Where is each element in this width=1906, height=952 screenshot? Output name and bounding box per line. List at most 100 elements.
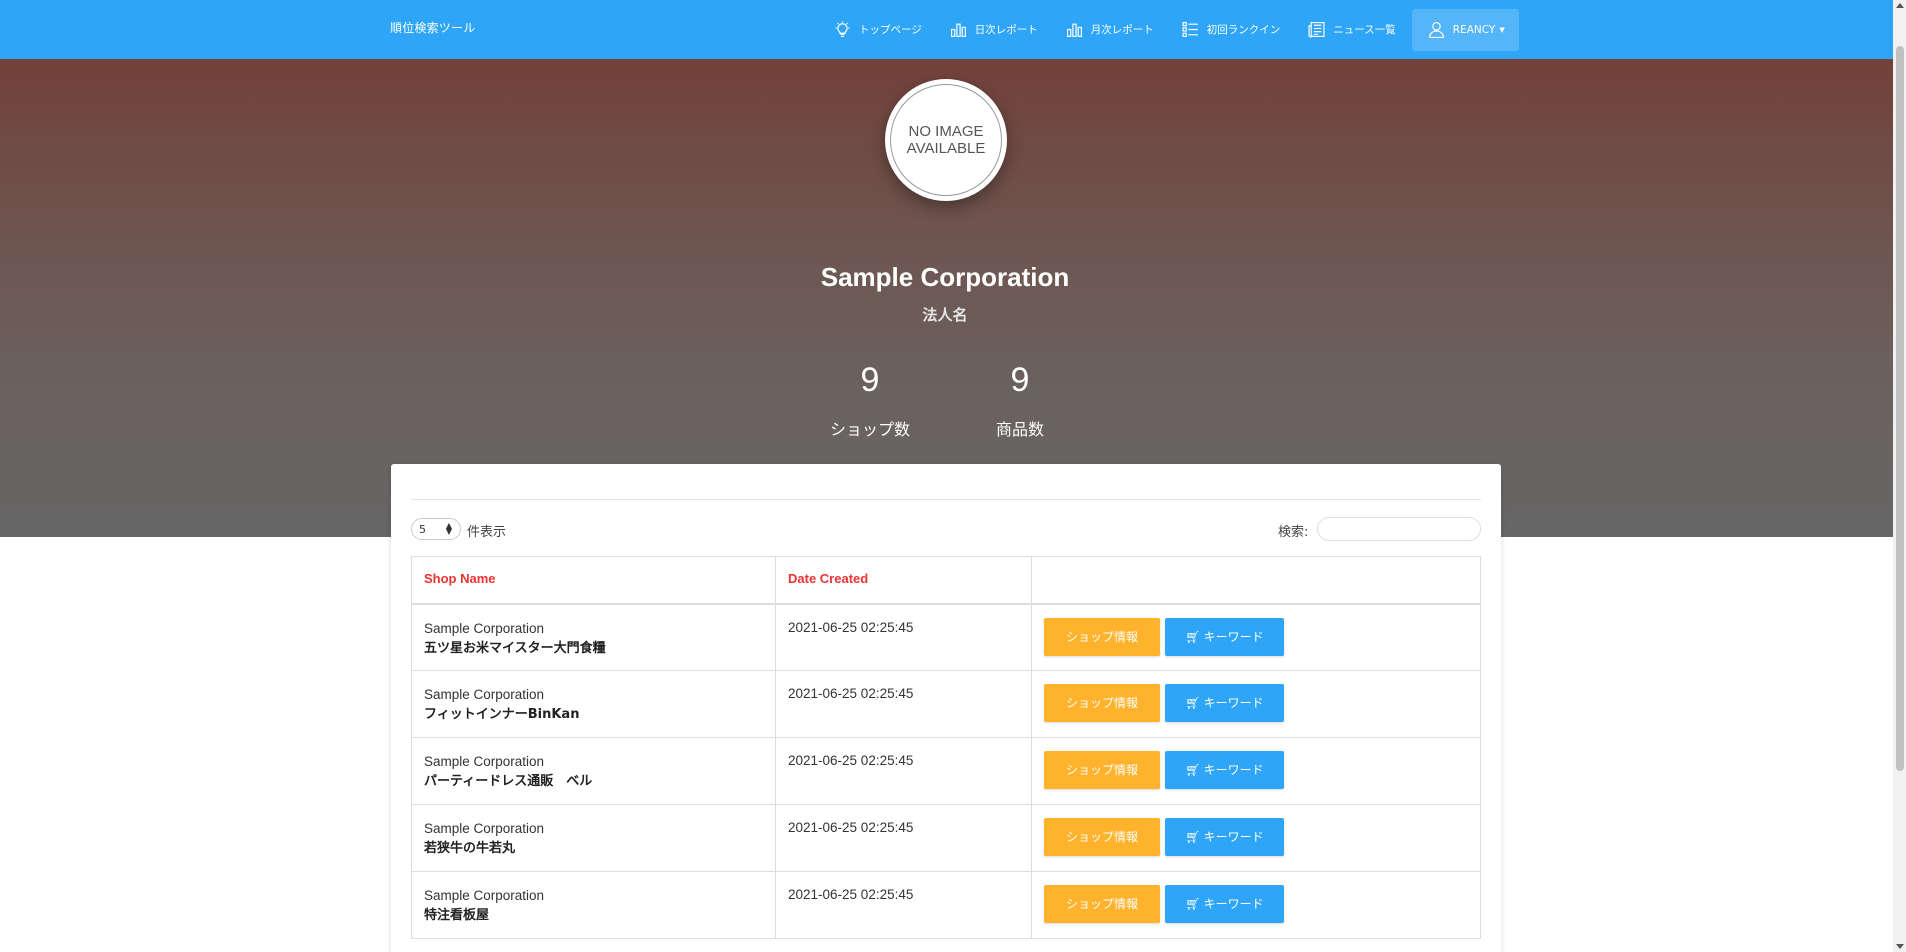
scroll-up-arrow-icon[interactable] — [1896, 3, 1904, 8]
keyword-button[interactable]: 🛒︎ キーワード — [1165, 684, 1284, 722]
shop-name: 若狭牛の牛若丸 — [424, 841, 516, 856]
nav-item-daily-report[interactable]: 日次レポート — [936, 9, 1052, 51]
date-created-cell: 2021-06-25 02:25:45 — [775, 603, 1032, 671]
table-row: Sample Corporation 特注看板屋 2021-06-25 02:2… — [411, 871, 1481, 939]
corporation-subtitle: 法人名 — [922, 306, 968, 324]
shop-info-button[interactable]: ショップ情報 — [1044, 885, 1160, 923]
actions-cell: ショップ情報 🛒︎ キーワード — [1031, 670, 1481, 738]
cart-icon: 🛒︎ — [1185, 696, 1201, 710]
keyword-button-label: キーワード — [1203, 830, 1264, 844]
stat-shop-count: 9 ショップ数 — [815, 360, 925, 440]
company-name: Sample Corporation — [424, 888, 545, 903]
shop-name-cell: Sample Corporation 五ツ星お米マイスター大門食糧 — [411, 603, 776, 671]
shop-name-cell: Sample Corporation 若狭牛の牛若丸 — [411, 804, 776, 872]
shop-name: フィットインナーBinKan — [424, 707, 580, 722]
bar-chart-icon — [950, 23, 966, 37]
cart-icon: 🛒︎ — [1185, 629, 1201, 644]
scrollbar-thumb[interactable] — [1896, 46, 1904, 771]
shop-table-card: 5 ▲ ▼ 件表示 検索: Shop Name Date Created Samp… — [391, 464, 1501, 952]
keyword-button-label: キーワード — [1203, 629, 1264, 644]
user-name: REANCY — [1452, 23, 1496, 36]
nav-item-news-list[interactable]: ニュース一覧 — [1294, 9, 1409, 51]
stat-value: 9 — [1010, 361, 1030, 399]
user-menu-button[interactable]: REANCY ▼ — [1411, 8, 1519, 51]
profile-avatar: NO IMAGE AVAILABLE — [885, 79, 1007, 201]
stat-value: 9 — [860, 361, 880, 399]
company-name: Sample Corporation — [424, 821, 545, 836]
company-name: Sample Corporation — [424, 754, 545, 769]
shop-table: Shop Name Date Created Sample Corporatio… — [411, 556, 1481, 939]
caret-down-icon: ▼ — [1499, 25, 1505, 34]
nav-item-monthly-report[interactable]: 月次レポート — [1052, 9, 1168, 51]
keyword-button-label: キーワード — [1203, 763, 1264, 777]
page-length-value: 5 — [419, 522, 426, 536]
shop-info-button[interactable]: ショップ情報 — [1044, 684, 1160, 722]
nav-item-top-page[interactable]: トップページ — [820, 9, 936, 51]
keyword-button[interactable]: 🛒︎ キーワード — [1165, 617, 1284, 656]
keyword-button[interactable]: 🛒︎ キーワード — [1165, 885, 1284, 923]
shop-name-cell: Sample Corporation パーティードレス通販 ベル — [411, 737, 776, 805]
table-row: Sample Corporation 若狭牛の牛若丸 2021-06-25 02… — [411, 804, 1481, 872]
keyword-button[interactable]: 🛒︎ キーワード — [1165, 818, 1284, 856]
page-length-select[interactable]: 5 ▲ ▼ — [411, 518, 461, 540]
corporation-name: Sample Corporation — [820, 262, 1070, 292]
table-row: Sample Corporation パーティードレス通販 ベル 2021-06… — [411, 737, 1481, 805]
keyword-button-label: キーワード — [1203, 897, 1264, 911]
lightbulb-icon — [835, 21, 850, 37]
select-arrows-icon: ▲ ▼ — [445, 521, 452, 536]
shop-name: 特注看板屋 — [424, 908, 490, 923]
search-label: 検索: — [1278, 525, 1309, 540]
company-name: Sample Corporation — [424, 687, 545, 702]
no-image-line2: AVAILABLE — [906, 140, 986, 157]
cart-icon: 🛒︎ — [1185, 897, 1201, 911]
divider — [411, 499, 1481, 500]
date-created-cell: 2021-06-25 02:25:45 — [775, 670, 1032, 738]
nav-label-first-rank-in: 初回ランクイン — [1206, 24, 1281, 36]
actions-cell: ショップ情報 🛒︎ キーワード — [1031, 804, 1481, 872]
table-header-row: Shop Name Date Created — [411, 556, 1481, 605]
shop-info-button[interactable]: ショップ情報 — [1044, 751, 1160, 789]
nav-label-news-list: ニュース一覧 — [1333, 24, 1396, 36]
nav-label-monthly-report: 月次レポート — [1090, 24, 1154, 36]
actions-cell: ショップ情報 🛒︎ キーワード — [1031, 871, 1481, 939]
user-icon — [1428, 22, 1444, 38]
shop-name-cell: Sample Corporation 特注看板屋 — [411, 871, 776, 939]
shop-name-cell: Sample Corporation フィットインナーBinKan — [411, 670, 776, 738]
table-row: Sample Corporation 五ツ星お米マイスター大門食糧 2021-0… — [411, 603, 1481, 671]
cart-icon: 🛒︎ — [1185, 830, 1201, 844]
column-header-date-created[interactable]: Date Created — [775, 556, 1032, 605]
page-scrollbar[interactable] — [1893, 0, 1906, 952]
company-name: Sample Corporation — [424, 620, 545, 636]
nav-label-daily-report: 日次レポート — [974, 24, 1038, 36]
keyword-button[interactable]: 🛒︎ キーワード — [1165, 751, 1284, 789]
keyword-button-label: キーワード — [1203, 696, 1264, 710]
date-created-cell: 2021-06-25 02:25:45 — [775, 871, 1032, 939]
shop-info-button[interactable]: ショップ情報 — [1044, 617, 1160, 656]
table-row: Sample Corporation フィットインナーBinKan 2021-0… — [411, 670, 1481, 738]
no-image-line1: NO IMAGE — [908, 123, 984, 140]
shop-name: パーティードレス通販 ベル — [424, 774, 593, 789]
cart-icon: 🛒︎ — [1185, 763, 1201, 777]
date-created-cell: 2021-06-25 02:25:45 — [775, 804, 1032, 872]
list-icon — [1182, 22, 1198, 37]
bar-chart-icon — [1066, 23, 1082, 37]
no-image-placeholder: NO IMAGE AVAILABLE — [890, 84, 1002, 196]
nav-label-top-page: トップページ — [859, 24, 922, 36]
stat-label: 商品数 — [995, 420, 1044, 439]
actions-cell: ショップ情報 🛒︎ キーワード — [1031, 603, 1481, 671]
nav-menu: トップページ 日次レポート 月次レポート 初回ランクイン ニュース一覧 REAN… — [820, 0, 1519, 59]
search-input[interactable] — [1317, 517, 1481, 541]
column-header-shop-name[interactable]: Shop Name — [411, 556, 776, 605]
stat-label: ショップ数 — [829, 420, 910, 439]
news-icon — [1308, 22, 1325, 38]
stat-product-count: 9 商品数 — [965, 360, 1075, 440]
top-navbar: 順位検索ツール トップページ 日次レポート 月次レポート 初回ランクイン ニュー… — [0, 0, 1906, 59]
column-header-actions — [1031, 556, 1481, 605]
page-length-label: 件表示 — [467, 525, 507, 540]
nav-item-first-rank-in[interactable]: 初回ランクイン — [1168, 9, 1295, 51]
shop-name: 五ツ星お米マイスター大門食糧 — [424, 640, 606, 656]
shop-info-button[interactable]: ショップ情報 — [1044, 818, 1160, 856]
brand-title[interactable]: 順位検索ツール — [390, 19, 475, 36]
date-created-cell: 2021-06-25 02:25:45 — [775, 737, 1032, 805]
scroll-down-arrow-icon[interactable] — [1896, 944, 1904, 949]
